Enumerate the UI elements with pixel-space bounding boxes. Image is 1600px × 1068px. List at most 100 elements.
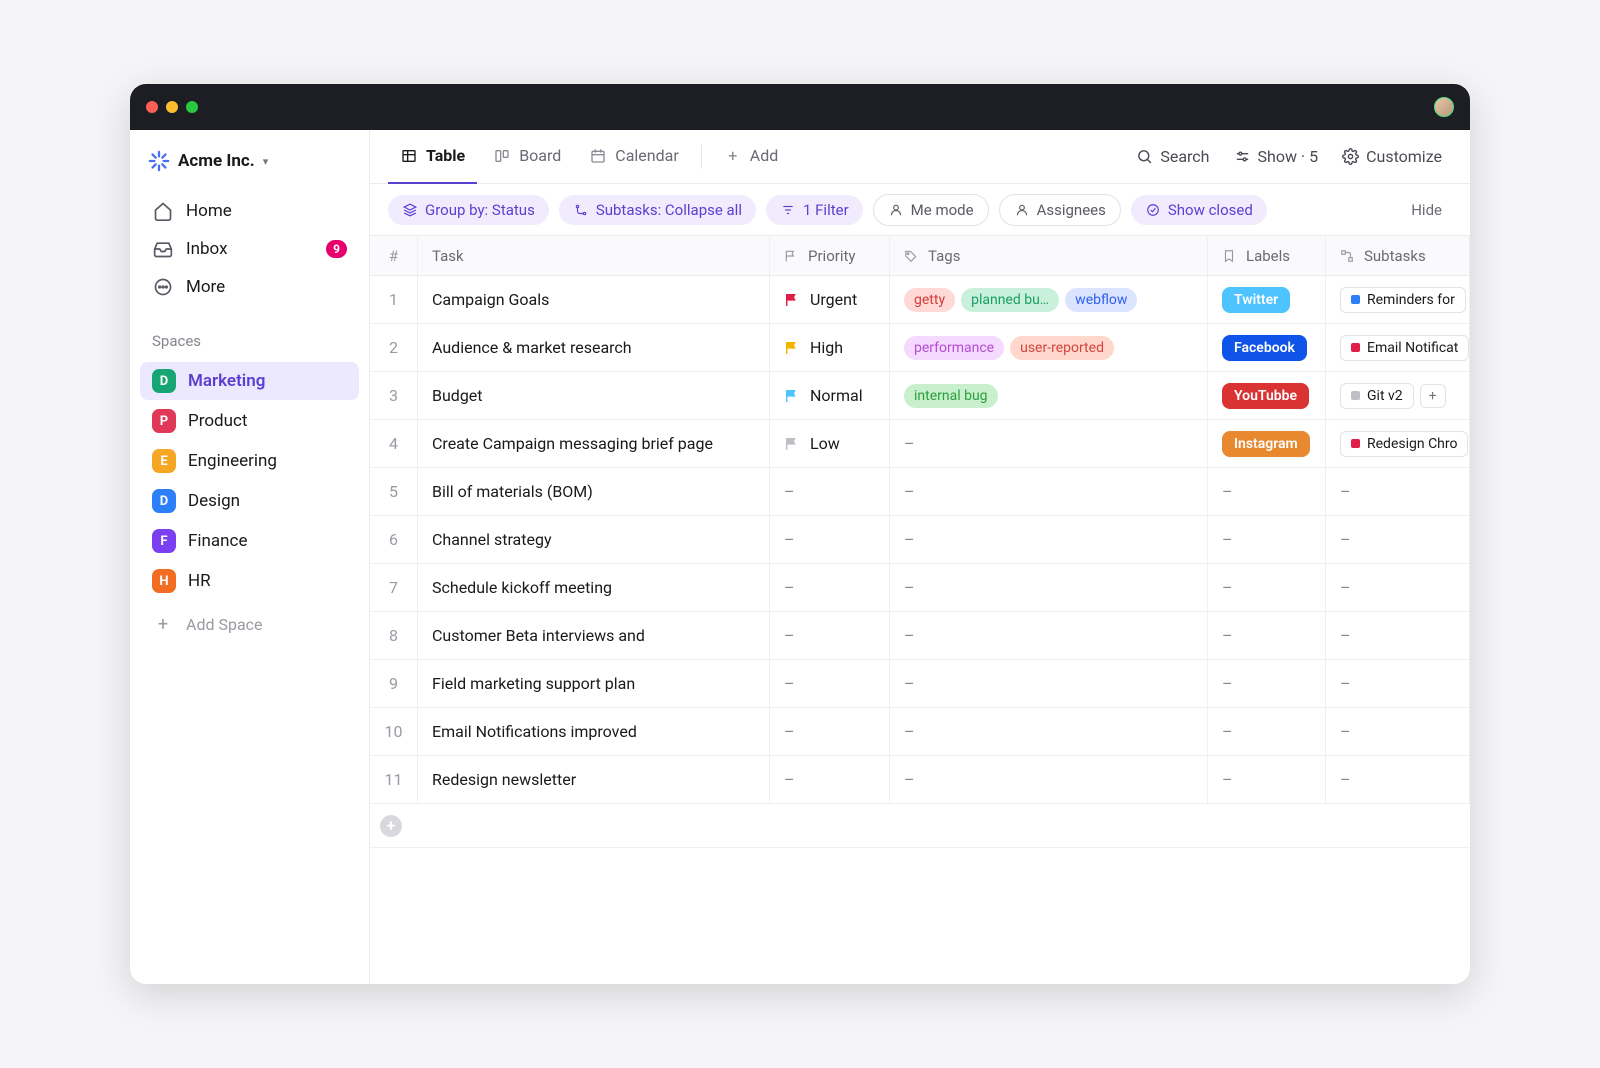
- cell-subtask[interactable]: Email Notificat: [1326, 324, 1470, 371]
- view-tab-calendar[interactable]: Calendar: [577, 130, 690, 184]
- add-task-row[interactable]: +: [370, 804, 1470, 848]
- cell-tags[interactable]: –: [890, 756, 1208, 803]
- maximize-window[interactable]: [186, 101, 198, 113]
- cell-task[interactable]: Customer Beta interviews and: [418, 612, 770, 659]
- tag-chip[interactable]: user-reported: [1010, 336, 1114, 360]
- table-row[interactable]: 5 Bill of materials (BOM) – – – –: [370, 468, 1470, 516]
- cell-priority[interactable]: Urgent: [770, 276, 890, 323]
- label-pill[interactable]: Twitter: [1222, 287, 1290, 313]
- space-item-marketing[interactable]: DMarketing: [140, 362, 359, 400]
- cell-task[interactable]: Bill of materials (BOM): [418, 468, 770, 515]
- cell-subtask[interactable]: –: [1326, 564, 1470, 611]
- search-button[interactable]: Search: [1126, 141, 1219, 172]
- cell-task[interactable]: Budget: [418, 372, 770, 419]
- cell-tags[interactable]: –: [890, 708, 1208, 755]
- col-task[interactable]: Task: [418, 236, 770, 275]
- cell-subtask[interactable]: –: [1326, 756, 1470, 803]
- space-item-engineering[interactable]: EEngineering: [140, 442, 359, 480]
- show-closed-pill[interactable]: Show closed: [1131, 195, 1267, 225]
- cell-subtask[interactable]: –: [1326, 660, 1470, 707]
- tag-chip[interactable]: getty: [904, 288, 955, 312]
- cell-label[interactable]: –: [1208, 660, 1326, 707]
- space-item-finance[interactable]: FFinance: [140, 522, 359, 560]
- me-mode-pill[interactable]: Me mode: [873, 194, 989, 226]
- label-pill[interactable]: Facebook: [1222, 335, 1307, 361]
- table-row[interactable]: 8 Customer Beta interviews and – – – –: [370, 612, 1470, 660]
- table-row[interactable]: 11 Redesign newsletter – – – –: [370, 756, 1470, 804]
- subtask-chip[interactable]: Git v2: [1340, 383, 1414, 409]
- cell-subtask[interactable]: Reminders for: [1326, 276, 1470, 323]
- show-button[interactable]: Show · 5: [1224, 141, 1329, 172]
- close-window[interactable]: [146, 101, 158, 113]
- cell-tags[interactable]: performanceuser-reported: [890, 324, 1208, 371]
- table-row[interactable]: 2 Audience & market research High perfor…: [370, 324, 1470, 372]
- cell-label[interactable]: –: [1208, 564, 1326, 611]
- tag-chip[interactable]: internal bug: [904, 384, 998, 408]
- col-num[interactable]: #: [370, 236, 418, 275]
- subtask-chip[interactable]: Redesign Chro: [1340, 431, 1468, 457]
- cell-subtask[interactable]: –: [1326, 516, 1470, 563]
- filter-pill[interactable]: 1 Filter: [766, 195, 863, 225]
- col-tags[interactable]: Tags: [890, 236, 1208, 275]
- cell-priority[interactable]: –: [770, 468, 890, 515]
- cell-tags[interactable]: internal bug: [890, 372, 1208, 419]
- table-row[interactable]: 7 Schedule kickoff meeting – – – –: [370, 564, 1470, 612]
- view-tab-board[interactable]: Board: [481, 130, 573, 184]
- cell-task[interactable]: Campaign Goals: [418, 276, 770, 323]
- cell-task[interactable]: Field marketing support plan: [418, 660, 770, 707]
- col-labels[interactable]: Labels: [1208, 236, 1326, 275]
- nav-inbox[interactable]: Inbox 9: [140, 230, 359, 268]
- cell-label[interactable]: –: [1208, 516, 1326, 563]
- cell-subtask[interactable]: –: [1326, 612, 1470, 659]
- workspace-switcher[interactable]: Acme Inc. ▾: [130, 142, 369, 188]
- cell-subtask[interactable]: Git v2+: [1326, 372, 1470, 419]
- cell-priority[interactable]: Low: [770, 420, 890, 467]
- cell-priority[interactable]: Normal: [770, 372, 890, 419]
- subtask-chip[interactable]: Email Notificat: [1340, 335, 1469, 361]
- cell-tags[interactable]: –: [890, 420, 1208, 467]
- nav-home[interactable]: Home: [140, 192, 359, 230]
- col-priority[interactable]: Priority: [770, 236, 890, 275]
- cell-priority[interactable]: –: [770, 612, 890, 659]
- cell-subtask[interactable]: –: [1326, 708, 1470, 755]
- cell-label[interactable]: –: [1208, 708, 1326, 755]
- cell-priority[interactable]: –: [770, 516, 890, 563]
- view-tab-table[interactable]: Table: [388, 130, 477, 184]
- cell-task[interactable]: Redesign newsletter: [418, 756, 770, 803]
- assignees-pill[interactable]: Assignees: [999, 194, 1121, 226]
- cell-tags[interactable]: –: [890, 564, 1208, 611]
- subtasks-pill[interactable]: Subtasks: Collapse all: [559, 195, 756, 225]
- subtask-chip[interactable]: Reminders for: [1340, 287, 1466, 313]
- cell-label[interactable]: Twitter: [1208, 276, 1326, 323]
- space-item-hr[interactable]: HHR: [140, 562, 359, 600]
- cell-subtask[interactable]: Redesign Chro: [1326, 420, 1470, 467]
- cell-subtask[interactable]: –: [1326, 468, 1470, 515]
- nav-more[interactable]: More: [140, 268, 359, 306]
- user-avatar[interactable]: [1434, 97, 1454, 117]
- cell-priority[interactable]: –: [770, 708, 890, 755]
- table-row[interactable]: 9 Field marketing support plan – – – –: [370, 660, 1470, 708]
- cell-priority[interactable]: –: [770, 756, 890, 803]
- cell-task[interactable]: Email Notifications improved: [418, 708, 770, 755]
- cell-tags[interactable]: –: [890, 468, 1208, 515]
- cell-task[interactable]: Audience & market research: [418, 324, 770, 371]
- table-row[interactable]: 3 Budget Normal internal bug YouTubbe Gi…: [370, 372, 1470, 420]
- cell-priority[interactable]: High: [770, 324, 890, 371]
- cell-task[interactable]: Channel strategy: [418, 516, 770, 563]
- cell-label[interactable]: YouTubbe: [1208, 372, 1326, 419]
- col-subtasks[interactable]: Subtasks: [1326, 236, 1470, 275]
- hide-button[interactable]: Hide: [1401, 195, 1452, 225]
- table-row[interactable]: 10 Email Notifications improved – – – –: [370, 708, 1470, 756]
- space-item-product[interactable]: PProduct: [140, 402, 359, 440]
- tag-chip[interactable]: webflow: [1065, 288, 1137, 312]
- cell-tags[interactable]: –: [890, 612, 1208, 659]
- label-pill[interactable]: Instagram: [1222, 431, 1310, 457]
- cell-priority[interactable]: –: [770, 660, 890, 707]
- cell-label[interactable]: Facebook: [1208, 324, 1326, 371]
- tag-chip[interactable]: planned bu…: [961, 288, 1059, 312]
- space-item-design[interactable]: DDesign: [140, 482, 359, 520]
- customize-button[interactable]: Customize: [1332, 141, 1452, 172]
- cell-task[interactable]: Schedule kickoff meeting: [418, 564, 770, 611]
- table-row[interactable]: 6 Channel strategy – – – –: [370, 516, 1470, 564]
- tag-chip[interactable]: performance: [904, 336, 1004, 360]
